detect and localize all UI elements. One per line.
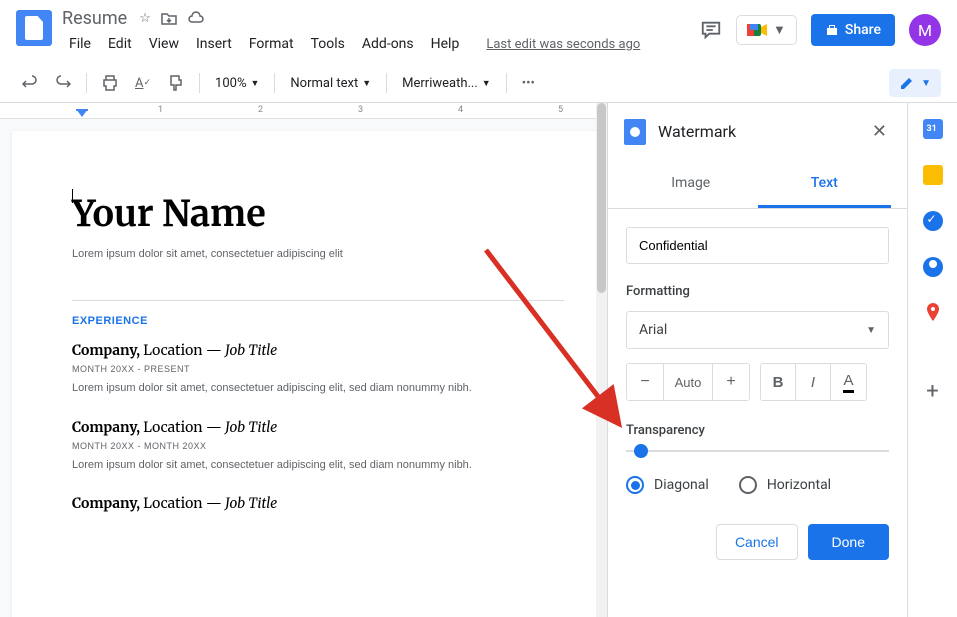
radio-diagonal[interactable]: Diagonal — [626, 476, 709, 494]
cancel-button[interactable]: Cancel — [716, 524, 798, 560]
menu-bar: File Edit View Insert Format Tools Add-o… — [62, 32, 700, 56]
resume-tagline: Lorem ipsum dolor sit amet, consectetuer… — [72, 248, 564, 260]
star-icon[interactable]: ☆ — [139, 11, 151, 26]
text-cursor — [72, 189, 73, 203]
document-page[interactable]: Your Name Lorem ipsum dolor sit amet, co… — [12, 131, 607, 617]
job-description: Lorem ipsum dolor sit amet, consectetuer… — [72, 457, 564, 475]
menu-help[interactable]: Help — [424, 32, 467, 56]
panel-title: Watermark — [658, 122, 856, 141]
font-select[interactable]: Arial▼ — [626, 311, 889, 349]
font-size-stepper: − Auto + — [626, 363, 750, 401]
menu-view[interactable]: View — [142, 32, 186, 56]
meet-button[interactable]: ▼ — [736, 15, 797, 45]
docs-logo-icon[interactable] — [16, 10, 52, 46]
formatting-label: Formatting — [626, 284, 889, 299]
move-icon[interactable] — [161, 11, 177, 26]
toolbar: A✓ 100% ▼ Normal text ▼ Merriweath... ▼ … — [0, 64, 957, 103]
watermark-icon — [624, 119, 646, 145]
job-title-line: Company, Location — Job Title — [72, 418, 564, 436]
transparency-slider[interactable] — [626, 450, 889, 452]
menu-edit[interactable]: Edit — [101, 32, 139, 56]
menu-format[interactable]: Format — [242, 32, 301, 56]
tasks-icon[interactable] — [923, 211, 943, 231]
add-addon-icon[interactable]: + — [926, 379, 938, 404]
spellcheck-button[interactable]: A✓ — [129, 71, 157, 96]
done-button[interactable]: Done — [808, 524, 889, 560]
account-avatar[interactable]: M — [909, 14, 941, 46]
zoom-dropdown[interactable]: 100% ▼ — [209, 72, 265, 95]
menu-addons[interactable]: Add-ons — [355, 32, 421, 56]
paint-format-button[interactable] — [162, 70, 190, 96]
increase-size-button[interactable]: + — [713, 364, 749, 400]
keep-icon[interactable] — [923, 165, 943, 185]
radio-horizontal[interactable]: Horizontal — [739, 476, 831, 494]
slider-thumb[interactable] — [634, 444, 648, 458]
comments-icon[interactable] — [700, 19, 722, 41]
vertical-scrollbar[interactable] — [596, 103, 607, 617]
transparency-label: Transparency — [626, 423, 889, 438]
decrease-size-button[interactable]: − — [627, 364, 663, 400]
bold-button[interactable]: B — [761, 364, 796, 400]
menu-tools[interactable]: Tools — [304, 32, 352, 56]
job-dates: MONTH 20XX - MONTH 20XX — [72, 441, 564, 451]
text-style-group: B I A — [760, 363, 867, 401]
watermark-text-input[interactable] — [626, 227, 889, 264]
size-value[interactable]: Auto — [663, 364, 713, 400]
divider — [72, 300, 564, 301]
editing-mode-button[interactable]: ▼ — [889, 69, 941, 97]
watermark-panel: Watermark ✕ Image Text Formatting Arial▼… — [607, 103, 907, 617]
maps-icon[interactable] — [923, 303, 943, 323]
calendar-icon[interactable] — [923, 119, 943, 139]
job-dates: MONTH 20XX - PRESENT — [72, 364, 564, 374]
radio-icon — [739, 476, 757, 494]
document-title[interactable]: Resume — [62, 8, 127, 29]
horizontal-ruler[interactable]: 1 2 3 4 5 — [0, 103, 607, 119]
menu-file[interactable]: File — [62, 32, 98, 56]
last-edit-link[interactable]: Last edit was seconds ago — [479, 33, 647, 56]
share-button[interactable]: Share — [811, 14, 895, 46]
italic-button[interactable]: I — [796, 364, 831, 400]
contacts-icon[interactable] — [923, 257, 943, 277]
tab-image[interactable]: Image — [624, 161, 758, 208]
document-canvas[interactable]: 1 2 3 4 5 Your Name Lorem ipsum dolor si… — [0, 103, 607, 617]
undo-button[interactable] — [16, 70, 44, 96]
experience-heading: EXPERIENCE — [72, 315, 564, 327]
job-title-line: Company, Location — Job Title — [72, 341, 564, 359]
redo-button[interactable] — [49, 70, 77, 96]
radio-icon — [626, 476, 644, 494]
close-icon[interactable]: ✕ — [868, 117, 891, 146]
job-title-line: Company, Location — Job Title — [72, 494, 564, 512]
resume-name: Your Name — [72, 191, 564, 236]
job-description: Lorem ipsum dolor sit amet, consectetuer… — [72, 380, 564, 398]
text-color-button[interactable]: A — [831, 364, 866, 400]
paragraph-style-dropdown[interactable]: Normal text ▼ — [284, 72, 377, 95]
side-app-bar: + — [907, 103, 957, 617]
tab-text[interactable]: Text — [758, 161, 892, 208]
font-dropdown[interactable]: Merriweath... ▼ — [396, 72, 497, 95]
cloud-status-icon[interactable] — [187, 11, 205, 26]
menu-insert[interactable]: Insert — [189, 32, 239, 56]
print-button[interactable] — [96, 70, 124, 96]
more-button[interactable]: ••• — [516, 71, 541, 96]
